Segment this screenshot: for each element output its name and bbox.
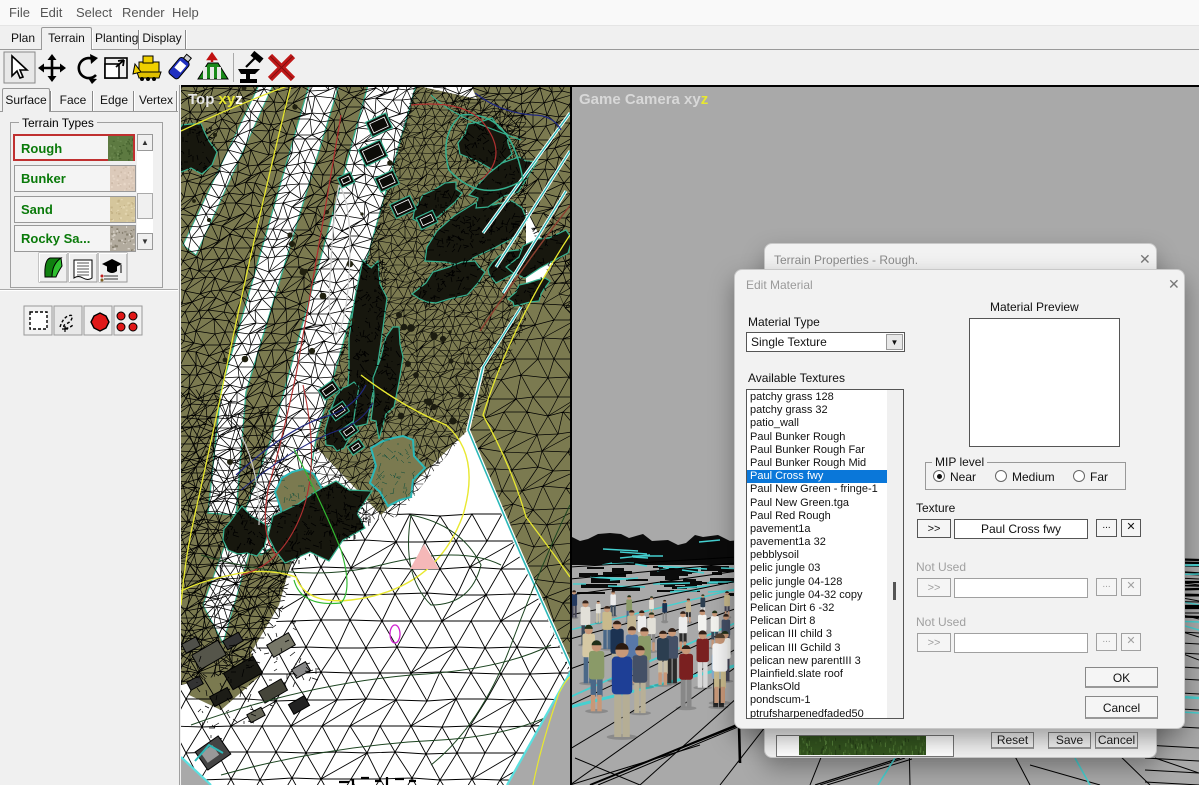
svg-text:Top xyz: Top xyz [188,91,243,108]
svg-text:Game Camera xyz: Game Camera xyz [579,91,708,108]
